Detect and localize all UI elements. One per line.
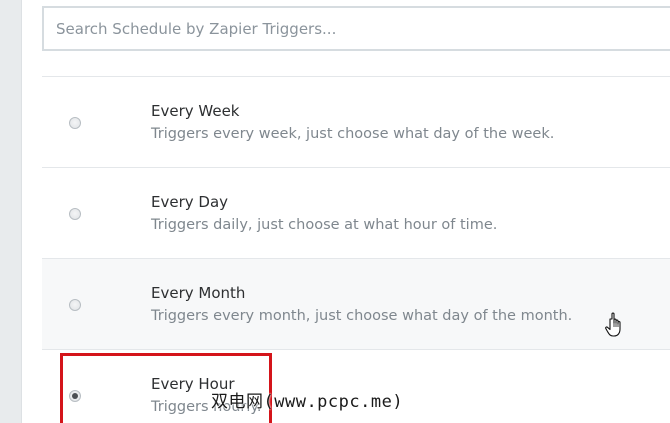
trigger-option-every-hour[interactable]: Every Hour Triggers hourly. — [42, 350, 670, 423]
trigger-title: Every Month — [151, 284, 246, 302]
radio-every-month[interactable] — [69, 299, 81, 311]
trigger-title: Every Hour — [151, 375, 235, 393]
trigger-description: Triggers hourly. — [151, 399, 262, 415]
radio-every-week[interactable] — [69, 117, 81, 129]
trigger-list: Every Week Triggers every week, just cho… — [42, 76, 670, 423]
trigger-description: Triggers every week, just choose what da… — [151, 126, 555, 142]
search-box — [42, 6, 670, 51]
trigger-panel: Every Week Triggers every week, just cho… — [22, 0, 670, 423]
trigger-option-every-week[interactable]: Every Week Triggers every week, just cho… — [42, 77, 670, 168]
radio-every-day[interactable] — [69, 208, 81, 220]
trigger-description: Triggers daily, just choose at what hour… — [151, 217, 498, 233]
trigger-title: Every Day — [151, 193, 229, 211]
trigger-option-every-month[interactable]: Every Month Triggers every month, just c… — [42, 259, 670, 350]
trigger-description: Triggers every month, just choose what d… — [151, 308, 573, 324]
trigger-title: Every Week — [151, 102, 240, 120]
schedule-trigger-screen: Every Week Triggers every week, just cho… — [0, 0, 670, 423]
left-gutter — [0, 0, 22, 423]
trigger-option-every-day[interactable]: Every Day Triggers daily, just choose at… — [42, 168, 670, 259]
search-input[interactable] — [56, 8, 656, 49]
radio-every-hour[interactable] — [69, 390, 81, 402]
